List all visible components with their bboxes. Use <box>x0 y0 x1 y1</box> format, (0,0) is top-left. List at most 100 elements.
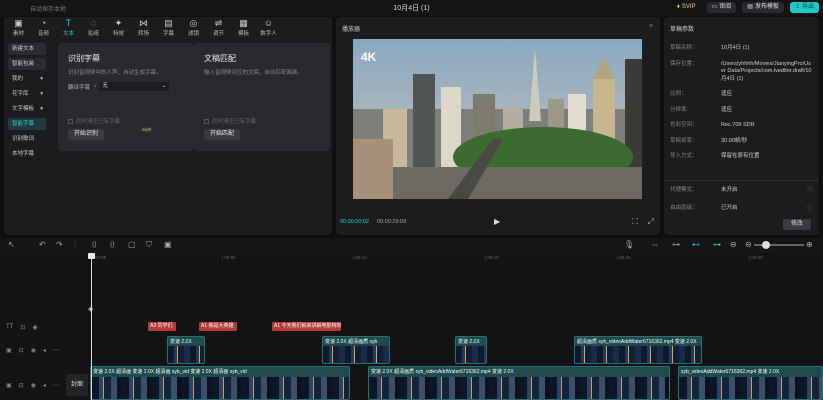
info-value: Rec.709 SDR <box>721 122 755 128</box>
tool-adjust[interactable]: ⇌ 调节 <box>206 17 231 39</box>
linkage-icon[interactable]: ⊶ <box>713 240 721 249</box>
main-video-clip[interactable]: 变速 2.0X 超清画质 syb_videoAddWater6716362.mp… <box>368 366 670 400</box>
fullscreen-icon[interactable]: ⤢ <box>648 217 654 227</box>
tool-label: 贴纸 <box>87 31 99 37</box>
tool-audio[interactable]: ◔ 音频 <box>31 17 56 39</box>
clear-existing-checkbox[interactable]: 同时清空已有字幕 <box>68 117 120 125</box>
clip-thumbnails <box>168 346 204 363</box>
video-preview[interactable]: 4K <box>353 39 642 199</box>
translate-select[interactable]: 无 ⌄ <box>99 82 170 91</box>
review-button[interactable]: ▭ 审阅 <box>706 2 737 13</box>
more-icon[interactable]: ⋯ <box>53 347 59 354</box>
tool-transition[interactable]: ⋈ 转场 <box>131 17 156 39</box>
eye-icon[interactable]: ◉ <box>31 382 36 389</box>
sidenav-item[interactable]: 识别歌词 <box>8 133 46 145</box>
video-clip[interactable]: 变速 2.0X 超清画质 syb <box>322 336 390 364</box>
sidenav-item[interactable]: 智能字幕 <box>8 118 46 130</box>
audio-icon[interactable]: ◂ <box>43 382 46 389</box>
video-clip[interactable]: 变速 2.0X <box>167 336 205 364</box>
tool-text[interactable]: T 文本 <box>56 17 81 39</box>
tool-avatar[interactable]: ☺ 数字人 <box>256 17 281 39</box>
main-video-clip[interactable]: 变速 2.0X 超清画 变速 2.0X 超清画 syb_vid 变速 2.0X … <box>90 366 350 400</box>
tool-media[interactable]: ▣ 素材 <box>6 17 31 39</box>
text-track-icon: TT <box>6 324 14 330</box>
tool-template[interactable]: ▦ 模板 <box>231 17 256 39</box>
zoom-slider-handle[interactable] <box>762 241 770 249</box>
split-icon[interactable]: ⫶ <box>74 240 76 250</box>
caption-icon[interactable]: ▣ <box>164 240 172 249</box>
magnet-icon[interactable]: ⊶ <box>672 240 680 249</box>
delete-icon[interactable]: ▢ <box>128 240 136 249</box>
sidenav-item[interactable]: 智能包装 <box>8 58 46 70</box>
info-value: 保留在原有位置 <box>721 153 760 159</box>
publish-template-button[interactable]: ▤ 发布模板 <box>742 2 784 13</box>
menu-icon[interactable]: ≡ <box>649 23 653 30</box>
total-time: 00:00:29:09 <box>377 219 407 225</box>
playhead[interactable] <box>91 255 92 400</box>
cover-button[interactable]: 封面 <box>66 374 88 396</box>
microphone-icon[interactable]: 🎙 <box>624 240 634 249</box>
lock-icon[interactable]: ⊡ <box>19 347 24 354</box>
redo-icon[interactable]: ↷ <box>56 240 63 249</box>
tool-effects[interactable]: ✦ 特效 <box>106 17 131 39</box>
text-clip[interactable]: A1 我是大英雄 <box>199 322 237 331</box>
sidenav-item[interactable]: 文字模板 ▾ <box>8 103 46 115</box>
info-value: 10月4日 (1) <box>721 45 750 51</box>
split-right-icon[interactable]: ⌷ <box>110 240 115 250</box>
fit-screen-icon[interactable]: ⛶ <box>632 217 638 227</box>
snap-icon[interactable]: ⊷ <box>692 240 700 249</box>
ruler-label: | 00:05 <box>222 255 236 260</box>
text-icon: T <box>65 18 72 28</box>
modify-button[interactable]: 修改 <box>782 219 811 230</box>
tool-subtitle[interactable]: ▤ 字幕 <box>156 17 181 39</box>
more-icon[interactable]: ⋯ <box>53 382 59 389</box>
tool-label: 素材 <box>12 31 24 37</box>
info-row: 草稿帧率： 30.00帧/秒 <box>670 138 813 146</box>
tool-label: 滤镜 <box>187 31 199 37</box>
split-left-icon[interactable]: ⌷ <box>92 240 97 250</box>
chevron-down-icon: ⌄ <box>161 83 167 89</box>
eye-icon[interactable]: ◉ <box>31 347 36 354</box>
link-icon[interactable]: ⇔ <box>651 240 659 249</box>
lock-icon[interactable]: ⊡ <box>20 324 25 331</box>
info-value: 适应 <box>721 106 733 113</box>
svip-label: SVIP <box>681 4 696 10</box>
pointer-icon[interactable]: ↖ <box>8 240 15 249</box>
text-clip[interactable]: A1 今天我们就来讲解电影特效 <box>272 322 341 331</box>
help-icon[interactable]: ⓘ <box>807 185 813 194</box>
sidenav-item[interactable]: 新建文本 <box>8 43 46 55</box>
translate-label: 翻译字幕 <box>68 84 91 91</box>
lock-icon[interactable]: ⊡ <box>19 382 24 389</box>
sidenav-label: 我的 <box>12 76 24 82</box>
start-match-button[interactable]: 开始匹配 <box>204 129 241 140</box>
playhead-handle[interactable] <box>88 253 95 259</box>
zoom-in-icon[interactable]: ⊕ <box>806 240 813 249</box>
info-row: 自由层级： 已开启 ⓘ <box>670 203 813 212</box>
help-icon[interactable]: ⓘ <box>807 203 813 212</box>
preview-axis-icon[interactable]: ⊖ <box>730 240 737 249</box>
main-video-clip[interactable]: syb_videoAddWater6716362.mp4 变速 2.0X <box>678 366 823 400</box>
svip-button[interactable]: ♦ SVIP <box>672 2 701 13</box>
keyframe-icon[interactable]: ◈ <box>88 305 93 313</box>
video-clip[interactable]: 超清画质 syb_videoAddWater6716362.mp4 变速 2.0… <box>574 336 702 364</box>
shield-icon[interactable]: ⛉ <box>146 240 152 250</box>
audio-icon[interactable]: ◂ <box>43 347 46 354</box>
sidenav-item[interactable]: 我的 ▾ <box>8 73 46 85</box>
info-rows-2: 代理模式： 未开启 ⓘ 自由层级： 已开启 ⓘ <box>670 185 813 221</box>
title-bar: 自动保存本地 10月4日 (1) ♦ SVIP ▭ 审阅 ▤ 发布模板 ⇪ 导出 <box>0 0 823 16</box>
tool-sticker[interactable]: ◌ 贴纸 <box>81 17 106 39</box>
eye-icon[interactable]: ◉ <box>32 324 37 331</box>
start-recognize-button[interactable]: 开始识别 <box>68 129 105 140</box>
clip-thumbnails <box>323 346 389 363</box>
clear-existing-checkbox[interactable]: 同时清空已有字幕 <box>204 117 256 125</box>
zoom-out-icon[interactable]: ⊖ <box>745 240 752 249</box>
undo-icon[interactable]: ↶ <box>39 240 46 249</box>
tool-filter[interactable]: ◎ 滤镜 <box>181 17 206 39</box>
export-button[interactable]: ⇪ 导出 <box>789 2 819 13</box>
text-clip[interactable]: A3 同学们 <box>148 322 176 331</box>
clip-thumbnails <box>456 346 486 363</box>
video-clip[interactable]: 变速 2.0X <box>455 336 487 364</box>
sidenav-item[interactable]: 花字库 ▾ <box>8 88 46 100</box>
sidenav-item[interactable]: 本地字幕 <box>8 148 46 160</box>
play-icon[interactable]: ▶ <box>494 217 500 226</box>
